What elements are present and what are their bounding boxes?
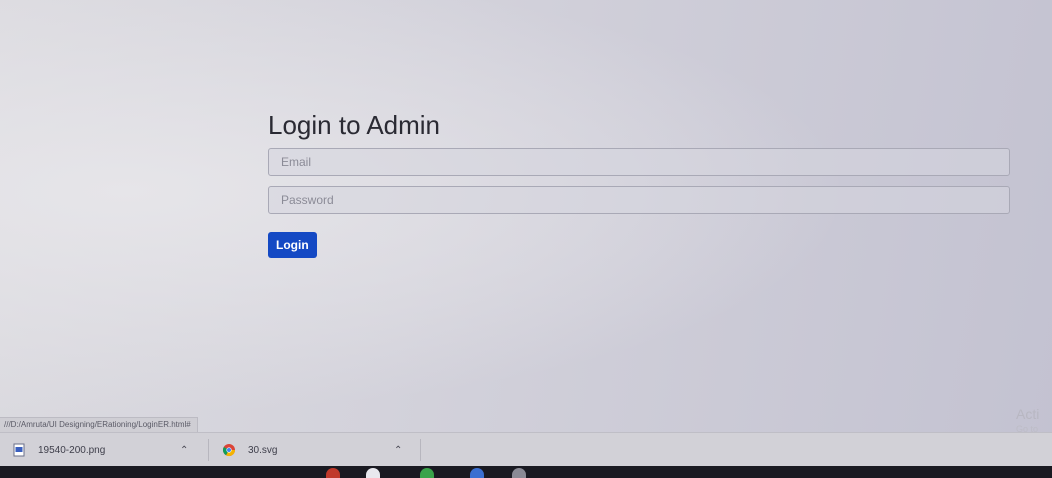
chrome-file-icon (222, 443, 236, 457)
taskbar-app-icon[interactable] (512, 468, 526, 478)
image-file-icon (12, 443, 26, 457)
activate-windows-watermark: Acti (1016, 406, 1040, 422)
email-field[interactable] (268, 148, 1010, 176)
taskbar (0, 466, 1052, 478)
chevron-up-icon[interactable]: ⌃ (180, 445, 188, 456)
page-title: Login to Admin (268, 110, 441, 140)
taskbar-app-icon[interactable] (366, 468, 380, 478)
password-field[interactable] (268, 186, 1010, 214)
divider (208, 439, 209, 461)
download-shelf: 19540-200.png ⌃ 30.svg ⌃ (0, 432, 1052, 467)
status-bar-url: ///D:/Amruta/UI Designing/ERationing/Log… (0, 417, 198, 432)
login-button[interactable]: Login (268, 232, 317, 258)
taskbar-app-icon[interactable] (326, 468, 340, 478)
taskbar-app-icon[interactable] (470, 468, 484, 478)
download-file-name: 19540-200.png (38, 444, 106, 456)
chevron-up-icon[interactable]: ⌃ (394, 445, 402, 456)
taskbar-app-icon[interactable] (420, 468, 434, 478)
login-form: Login to Admin Login (268, 108, 1010, 258)
browser-viewport: Login to Admin Login Acti Go to ///D:/Am… (0, 0, 1052, 478)
download-item[interactable]: 30.svg ⌃ (222, 433, 412, 467)
download-file-name: 30.svg (248, 444, 278, 456)
download-item[interactable]: 19540-200.png ⌃ (12, 433, 202, 467)
divider (420, 439, 421, 461)
